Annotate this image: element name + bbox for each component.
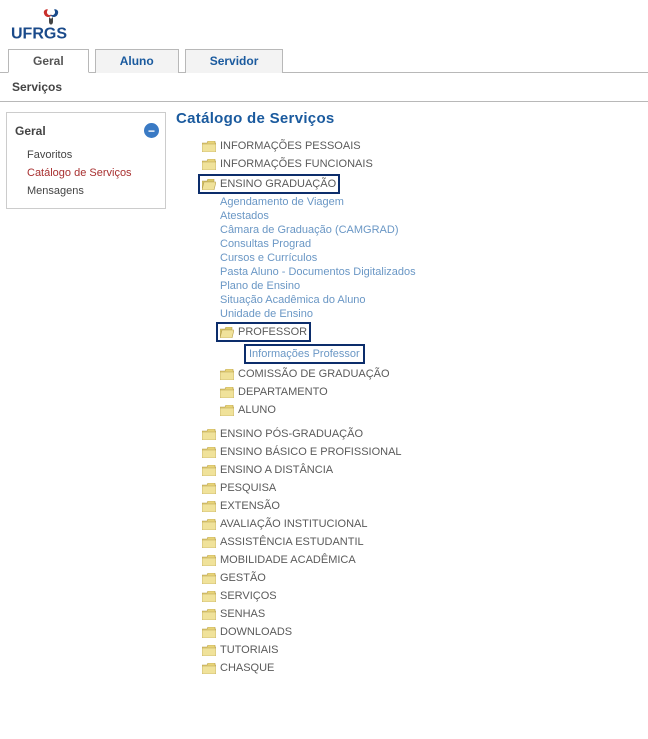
cat-label: ALUNO [238,402,276,418]
header: UFRGS [0,0,648,44]
cat-label[interactable]: PROFESSOR [238,324,307,340]
main: Geral − Favoritos Catálogo de Serviços M… [0,102,648,697]
cat-professor-row: PROFESSOR [176,321,638,343]
leaf-camgrad[interactable]: Câmara de Graduação (CAMGRAD) [176,223,638,237]
folder-icon [202,465,216,476]
cat-comissao-graduacao[interactable]: COMISSÃO DE GRADUAÇÃO [176,365,638,383]
highlight-info-professor[interactable]: Informações Professor [244,344,365,364]
cat-label: ASSISTÊNCIA ESTUDANTIL [220,534,364,550]
sidebar: Geral − Favoritos Catálogo de Serviços M… [6,112,166,209]
folder-icon [202,447,216,458]
content: Catálogo de Serviços INFORMAÇÕES PESSOAI… [166,102,648,697]
leaf-plano-ensino[interactable]: Plano de Ensino [176,279,638,293]
cat-label: SENHAS [220,606,265,622]
leaf-pasta-aluno[interactable]: Pasta Aluno - Documentos Digitalizados [176,265,638,279]
cat-info-pessoais[interactable]: INFORMAÇÕES PESSOAIS [176,137,638,155]
folder-icon [202,429,216,440]
sidebar-item-catalogo[interactable]: Catálogo de Serviços [13,164,165,182]
cat-servicos[interactable]: SERVIÇOS [176,587,638,605]
leaf-informacoes-professor-row: Informações Professor [176,343,638,365]
cat-ensino-basico[interactable]: ENSINO BÁSICO E PROFISSIONAL [176,443,638,461]
leaf-situacao-academica[interactable]: Situação Acadêmica do Aluno [176,293,638,307]
leaf-atestados[interactable]: Atestados [176,209,638,223]
cat-label: COMISSÃO DE GRADUAÇÃO [238,366,390,382]
tab-aluno[interactable]: Aluno [95,49,179,73]
cat-senhas[interactable]: SENHAS [176,605,638,623]
cat-ensino-graduacao-row: ENSINO GRADUAÇÃO [176,173,638,195]
sidebar-item-mensagens[interactable]: Mensagens [13,182,165,200]
cat-ensino-distancia[interactable]: ENSINO A DISTÂNCIA [176,461,638,479]
cat-label: SERVIÇOS [220,588,277,604]
folder-icon [220,369,234,380]
cat-label: INFORMAÇÕES PESSOAIS [220,138,361,154]
folder-icon [202,483,216,494]
tabs: Geral Aluno Servidor [0,48,648,73]
leaf-cursos-curriculos[interactable]: Cursos e Currículos [176,251,638,265]
cat-label: TUTORIAIS [220,642,278,658]
folder-icon [202,645,216,656]
service-tree: INFORMAÇÕES PESSOAIS INFORMAÇÕES FUNCION… [176,137,638,677]
cat-label: GESTÃO [220,570,266,586]
cat-chasque[interactable]: CHASQUE [176,659,638,677]
cat-pesquisa[interactable]: PESQUISA [176,479,638,497]
folder-icon [202,519,216,530]
leaf-unidade-ensino[interactable]: Unidade de Ensino [176,307,638,321]
folder-icon [202,537,216,548]
folder-icon [202,627,216,638]
cat-downloads[interactable]: DOWNLOADS [176,623,638,641]
sidebar-title: Geral − [13,119,165,146]
folder-icon [202,573,216,584]
cat-info-funcionais[interactable]: INFORMAÇÕES FUNCIONAIS [176,155,638,173]
cat-label: MOBILIDADE ACADÊMICA [220,552,356,568]
folder-icon [202,501,216,512]
cat-extensao[interactable]: EXTENSÃO [176,497,638,515]
cat-ensino-pos[interactable]: ENSINO PÓS-GRADUAÇÃO [176,425,638,443]
cat-departamento[interactable]: DEPARTAMENTO [176,383,638,401]
cat-label: EXTENSÃO [220,498,280,514]
cat-label: AVALIAÇÃO INSTITUCIONAL [220,516,368,532]
folder-icon [202,591,216,602]
cat-label: ENSINO BÁSICO E PROFISSIONAL [220,444,402,460]
cat-mobilidade[interactable]: MOBILIDADE ACADÊMICA [176,551,638,569]
subnav-servicos[interactable]: Serviços [0,73,648,102]
folder-open-icon [202,179,216,190]
logo-text: UFRGS [11,26,67,43]
cat-label[interactable]: ENSINO GRADUAÇÃO [220,176,336,192]
ufrgs-logo: UFRGS [10,6,638,44]
cat-label: ENSINO PÓS-GRADUAÇÃO [220,426,363,442]
folder-open-icon [220,327,234,338]
folder-icon [220,387,234,398]
cat-aluno[interactable]: ALUNO [176,401,638,419]
folder-icon [202,663,216,674]
tab-geral[interactable]: Geral [8,49,89,73]
cat-label: DOWNLOADS [220,624,292,640]
cat-tutoriais[interactable]: TUTORIAIS [176,641,638,659]
cat-assistencia[interactable]: ASSISTÊNCIA ESTUDANTIL [176,533,638,551]
cat-gestao[interactable]: GESTÃO [176,569,638,587]
folder-icon [202,141,216,152]
cat-label: PESQUISA [220,480,276,496]
cat-label: ENSINO A DISTÂNCIA [220,462,333,478]
folder-icon [202,159,216,170]
cat-avaliacao[interactable]: AVALIAÇÃO INSTITUCIONAL [176,515,638,533]
sidebar-item-favoritos[interactable]: Favoritos [13,146,165,164]
cat-label: DEPARTAMENTO [238,384,328,400]
folder-icon [202,555,216,566]
sidebar-title-label: Geral [15,124,46,138]
leaf-agendamento-viagem[interactable]: Agendamento de Viagem [176,195,638,209]
tab-servidor[interactable]: Servidor [185,49,284,73]
catalog-title: Catálogo de Serviços [176,110,638,127]
highlight-professor: PROFESSOR [216,322,311,342]
collapse-icon[interactable]: − [144,123,159,138]
folder-icon [202,609,216,620]
cat-label: INFORMAÇÕES FUNCIONAIS [220,156,373,172]
leaf-consultas-prograd[interactable]: Consultas Prograd [176,237,638,251]
cat-label: CHASQUE [220,660,274,676]
folder-icon [220,405,234,416]
highlight-ensino-graduacao: ENSINO GRADUAÇÃO [198,174,340,194]
